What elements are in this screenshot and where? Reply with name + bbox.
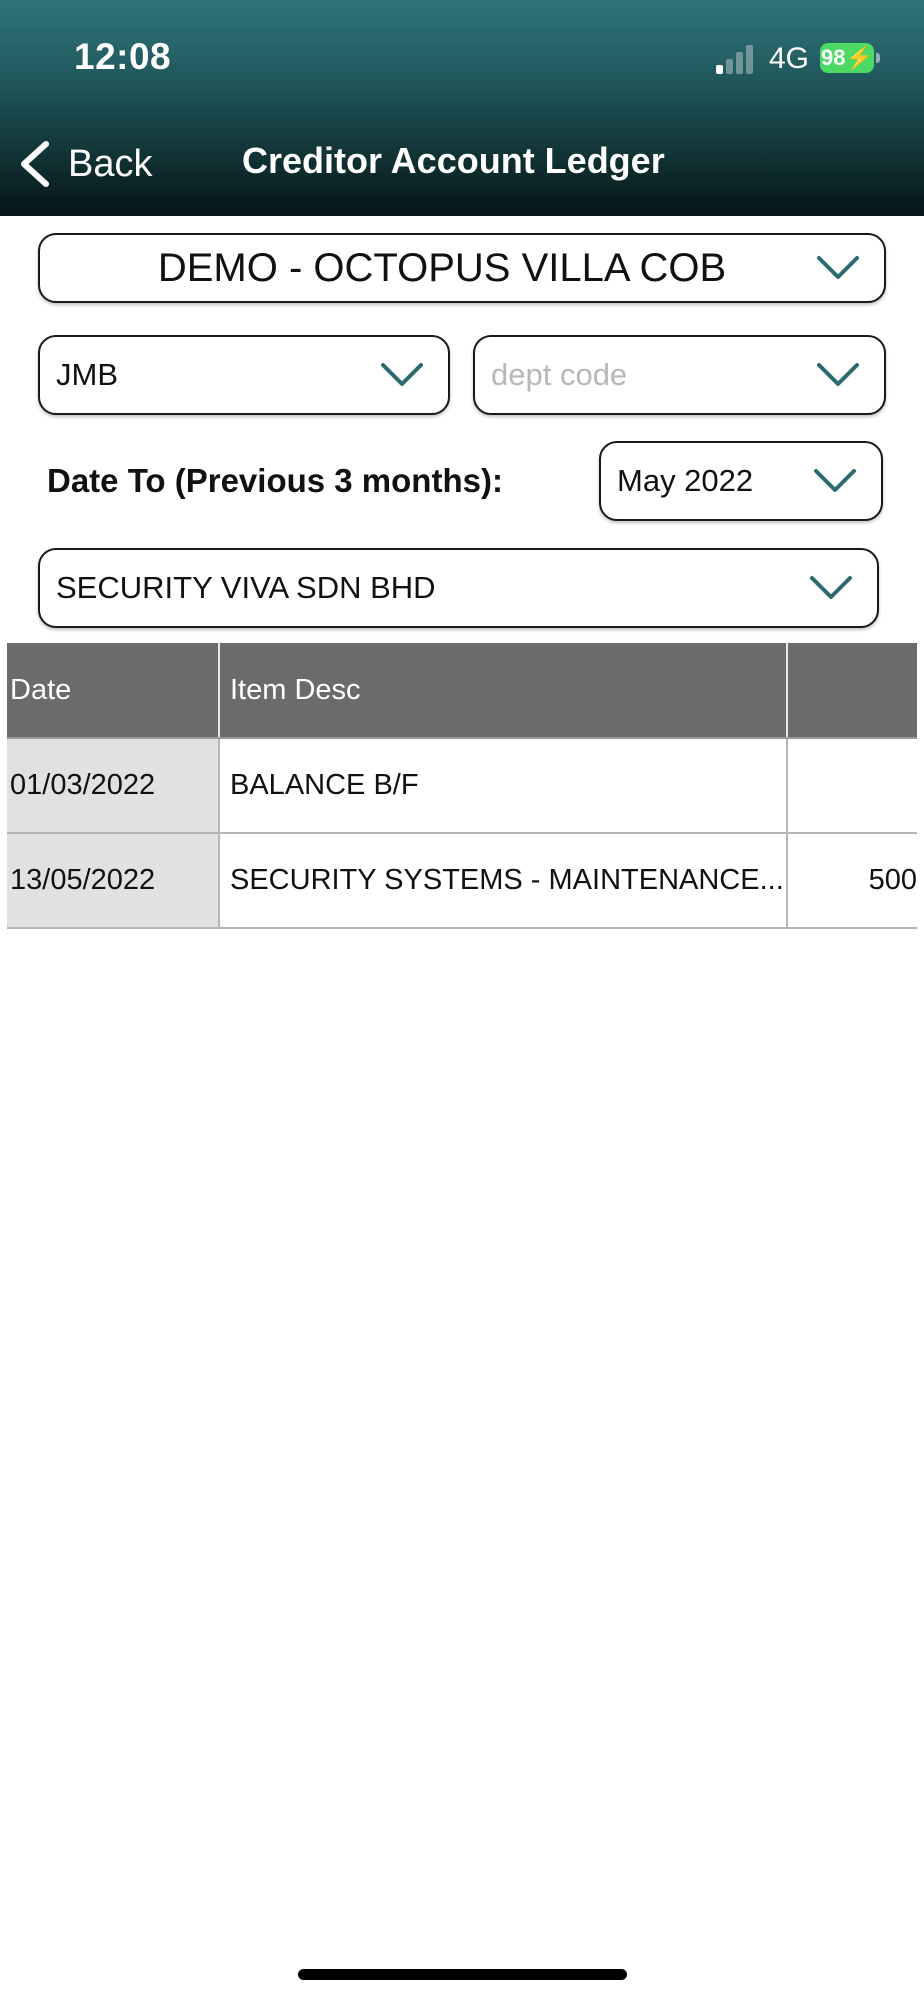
battery-icon: 98⚡ (820, 43, 874, 73)
chevron-down-icon (817, 363, 859, 386)
column-header-item-desc: Item Desc (220, 643, 788, 737)
battery-level: 98 (821, 45, 846, 70)
chevron-down-icon (381, 363, 423, 386)
table-row[interactable]: 13/05/2022 SECURITY SYSTEMS - MAINTENANC… (7, 834, 917, 929)
battery-tip (876, 53, 880, 63)
chevron-down-icon (810, 576, 852, 599)
status-time: 12:08 (74, 36, 172, 77)
creditor-select[interactable]: SECURITY VIVA SDN BHD (38, 548, 879, 628)
row-date: 01/03/2022 (7, 739, 220, 832)
network-type: 4G (769, 42, 810, 75)
date-to-label: Date To (Previous 3 months): (47, 462, 503, 499)
column-header-date: Date (7, 643, 220, 737)
page-title: Creditor Account Ledger (242, 140, 665, 181)
property-select[interactable]: DEMO - OCTOPUS VILLA COB (38, 233, 886, 303)
chevron-down-icon (817, 256, 859, 279)
home-indicator[interactable] (298, 1969, 627, 1980)
chevron-down-icon (814, 469, 856, 492)
dept-code-placeholder: dept code (491, 357, 628, 392)
back-button[interactable]: Back (18, 136, 152, 192)
date-to-value: May 2022 (617, 463, 754, 498)
table-row[interactable]: 01/03/2022 BALANCE B/F (7, 739, 917, 834)
table-header-row: Date Item Desc (7, 643, 917, 739)
ledger-table: Date Item Desc 01/03/2022 BALANCE B/F 13… (7, 643, 917, 929)
property-value: DEMO - OCTOPUS VILLA COB (157, 245, 727, 290)
dept-code-select[interactable]: dept code (473, 335, 886, 415)
row-desc: BALANCE B/F (220, 739, 788, 832)
cellular-signal-icon (716, 44, 756, 74)
organization-select[interactable]: JMB (38, 335, 450, 415)
app-header: 12:08 4G 98⚡ Back Creditor Account Ledge… (0, 0, 924, 216)
row-desc: SECURITY SYSTEMS - MAINTENANCE... (220, 834, 788, 927)
row-amount (788, 739, 917, 832)
date-to-select[interactable]: May 2022 (599, 441, 883, 521)
chevron-left-icon (21, 141, 49, 187)
back-label: Back (68, 142, 153, 185)
row-date: 13/05/2022 (7, 834, 220, 927)
row-amount: 500 (868, 864, 917, 896)
column-header-amount (788, 643, 917, 737)
creditor-value: SECURITY VIVA SDN BHD (56, 570, 436, 605)
organization-value: JMB (56, 357, 118, 392)
